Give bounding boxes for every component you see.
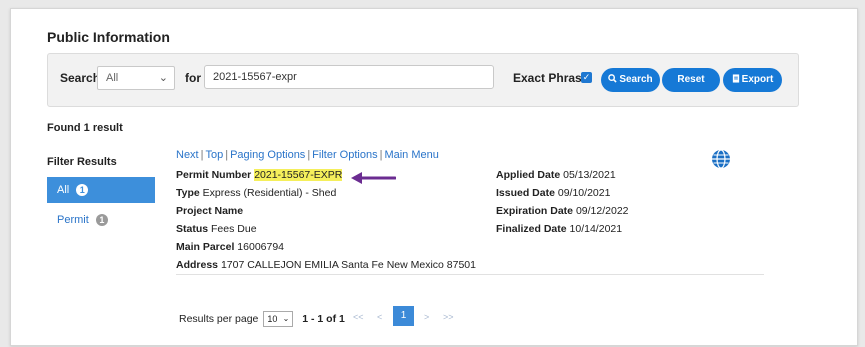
project-name-label: Project Name [176, 205, 244, 217]
nav-separator: | [307, 149, 311, 161]
type-field: Type Express (Residential) - Shed [176, 187, 336, 199]
finalized-date-label: Finalized Date [496, 223, 567, 235]
page-next-button[interactable]: > [424, 312, 429, 322]
page-prev-button[interactable]: < [377, 312, 382, 322]
filter-all-count-badge: 1 [76, 184, 89, 196]
filter-item-permit[interactable]: Permit 1 [57, 214, 108, 226]
nav-paging-options-link[interactable]: Paging Options [230, 149, 305, 161]
address-label: Address [176, 259, 219, 271]
exact-phrase-label: Exact Phrase [513, 71, 589, 85]
nav-top-link[interactable]: Top [205, 149, 223, 161]
page-current-button[interactable]: 1 [393, 306, 414, 326]
expiration-date-value: 09/12/2022 [575, 205, 629, 217]
filter-permit-count-badge: 1 [95, 214, 108, 226]
nav-separator: | [225, 149, 229, 161]
expiration-date-field: Expiration Date 09/12/2022 [496, 205, 629, 217]
finalized-date-value: 10/14/2021 [569, 223, 623, 235]
address-field: Address 1707 CALLEJON EMILIA Santa Fe Ne… [176, 259, 476, 271]
search-input[interactable]: 2021-15567-expr [204, 65, 494, 89]
category-select[interactable]: All ⌄ [97, 66, 175, 90]
filter-item-all[interactable]: All 1 [47, 177, 155, 203]
main-parcel-field: Main Parcel 16006794 [176, 241, 284, 253]
permit-number-label: Permit Number [176, 169, 252, 181]
nav-separator: | [379, 149, 383, 161]
filter-results-title: Filter Results [47, 156, 117, 168]
main-parcel-value: 16006794 [237, 241, 285, 253]
search-icon [608, 74, 617, 83]
main-parcel-label: Main Parcel [176, 241, 235, 253]
filter-permit-label: Permit [57, 214, 89, 226]
result-divider [176, 274, 764, 275]
applied-date-value: 05/13/2021 [563, 169, 616, 181]
for-label: for [185, 71, 201, 85]
search-button-label: Search [619, 74, 653, 85]
category-selected-value: All [106, 72, 119, 84]
results-range: 1 - 1 of 1 [302, 312, 345, 325]
results-per-page: Results per page 10 ⌄ 1 - 1 of 1 [179, 311, 345, 327]
nav-separator: | [200, 149, 204, 161]
permit-number-field: Permit Number 2021-15567-EXPR [176, 169, 343, 181]
nav-main-menu-link[interactable]: Main Menu [384, 149, 438, 161]
arrow-left-icon [351, 172, 396, 184]
type-value: Express (Residential) - Shed [202, 187, 337, 199]
status-label: Status [176, 223, 209, 235]
globe-icon[interactable] [711, 149, 731, 169]
status-field: Status Fees Due [176, 223, 257, 235]
applied-date-label: Applied Date [496, 169, 561, 181]
type-label: Type [176, 187, 200, 199]
page-title: Public Information [47, 29, 170, 45]
address-value: 1707 CALLEJON EMILIA Santa Fe New Mexico… [220, 259, 476, 271]
results-per-page-label: Results per page [179, 312, 259, 325]
results-per-page-select[interactable]: 10 ⌄ [263, 311, 294, 327]
exact-phrase-checkbox[interactable]: ✓ [581, 72, 592, 83]
filter-all-label: All [57, 184, 70, 196]
finalized-date-field: Finalized Date 10/14/2021 [496, 223, 622, 235]
results-count: Found 1 result [47, 122, 123, 134]
status-value: Fees Due [211, 223, 257, 235]
search-bar: Search All ⌄ for 2021-15567-expr Exact P… [47, 53, 799, 107]
expiration-date-label: Expiration Date [496, 205, 574, 217]
search-label: Search [60, 71, 101, 85]
export-icon [732, 74, 739, 83]
page-first-button[interactable]: << [353, 312, 364, 322]
chevron-down-icon: ⌄ [158, 72, 168, 84]
results-per-page-value: 10 [267, 314, 278, 324]
issued-date-field: Issued Date 09/10/2021 [496, 187, 610, 199]
project-name-field: Project Name [176, 205, 243, 217]
export-button-label: Export [741, 74, 774, 85]
public-information-panel: Public Information Search All ⌄ for 2021… [10, 8, 858, 346]
export-button[interactable]: Export [723, 68, 782, 92]
permit-number-value[interactable]: 2021-15567-EXPR [254, 169, 343, 181]
issued-date-value: 09/10/2021 [557, 187, 611, 199]
chevron-down-icon: ⌄ [282, 314, 290, 323]
page-last-button[interactable]: >> [443, 312, 454, 322]
applied-date-field: Applied Date 05/13/2021 [496, 169, 616, 181]
search-button[interactable]: Search [601, 68, 660, 92]
reset-button[interactable]: Reset [662, 68, 720, 92]
nav-filter-options-link[interactable]: Filter Options [312, 149, 377, 161]
nav-next-link[interactable]: Next [176, 149, 199, 161]
issued-date-label: Issued Date [496, 187, 555, 199]
result-nav: Next | Top | Paging Options | Filter Options | M… [176, 149, 439, 161]
